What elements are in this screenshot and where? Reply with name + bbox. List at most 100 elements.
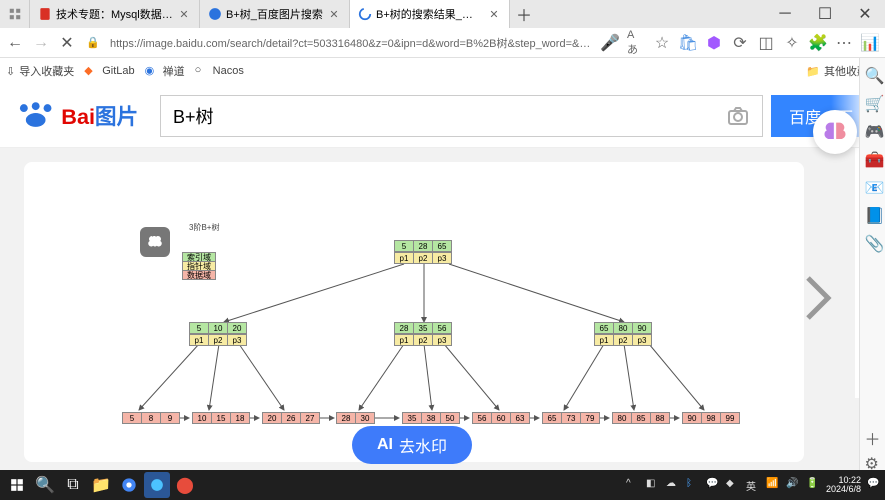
- maximize-button[interactable]: ☐: [805, 0, 845, 28]
- explorer-icon[interactable]: 📁: [88, 472, 114, 498]
- minimize-button[interactable]: ─: [765, 0, 805, 28]
- close-window-button[interactable]: ✕: [845, 0, 885, 28]
- browser-tab-0[interactable]: [0, 0, 30, 28]
- image-card: 3阶B+树 索引域 指针域 数据域: [24, 162, 804, 462]
- tray-chevron-icon[interactable]: ^: [626, 478, 640, 492]
- baidu-icon: [208, 7, 222, 21]
- sidebar-item[interactable]: 🎮: [865, 122, 881, 138]
- root-node: 52865 p1p2p3: [394, 240, 452, 264]
- ai-assistant-float[interactable]: [813, 110, 857, 154]
- tray-wechat-icon[interactable]: 💬: [706, 478, 720, 492]
- new-tab-button[interactable]: ＋: [510, 2, 538, 26]
- favorite-icon[interactable]: ☆: [653, 34, 671, 52]
- baidu-image-logo[interactable]: Bai 图片: [14, 96, 152, 136]
- leaf-6: 566063: [472, 412, 530, 424]
- folder-icon: 📁: [806, 65, 820, 78]
- voice-icon[interactable]: 🎤: [601, 34, 619, 52]
- svg-text:图片: 图片: [95, 103, 138, 128]
- nacos-icon: ○: [195, 64, 209, 78]
- leaf-5: 353850: [402, 412, 460, 424]
- legend: 索引域 指针域 数据域: [182, 252, 216, 279]
- tray-onedrive-icon[interactable]: ☁: [666, 478, 680, 492]
- tray-battery-icon[interactable]: 🔋: [806, 478, 820, 492]
- notifications-icon[interactable]: 💬: [867, 478, 881, 492]
- bookmarks-bar: ⇩ 导入收藏夹 ◆ GitLab ◉ 禅道 ○ Nacos 📁 其他收藏夹: [0, 58, 885, 84]
- bookmark-zentao[interactable]: ◉ 禅道: [145, 63, 185, 79]
- loading-icon: [358, 7, 372, 21]
- edge-icon[interactable]: [144, 472, 170, 498]
- forward-button[interactable]: →: [32, 34, 50, 52]
- bookmark-label: Nacos: [213, 65, 244, 77]
- import-icon: ⇩: [6, 65, 15, 78]
- tray-wifi-icon[interactable]: 📶: [766, 478, 780, 492]
- extension-icon[interactable]: ⬢: [705, 34, 723, 52]
- mid-node-2: 283556 p1p2p3: [394, 322, 452, 346]
- stop-button[interactable]: ✕: [58, 34, 76, 52]
- svg-text:Bai: Bai: [61, 103, 95, 128]
- menu-icon[interactable]: ⋯: [835, 34, 853, 52]
- address-bar-row: ← → ✕ 🔒 https://image.baidu.com/search/d…: [0, 28, 885, 58]
- close-icon[interactable]: ✕: [327, 7, 341, 21]
- sidebar-settings-icon[interactable]: ⚙: [865, 454, 881, 470]
- leaf-1: 589: [122, 412, 180, 424]
- sidebar-item[interactable]: 🔍: [865, 66, 881, 82]
- remove-watermark-button[interactable]: AI 去水印: [352, 426, 472, 464]
- tray-network-icon[interactable]: ◧: [646, 478, 660, 492]
- import-bookmarks[interactable]: ⇩ 导入收藏夹: [6, 63, 74, 79]
- close-icon[interactable]: ✕: [487, 7, 501, 21]
- bookmark-nacos[interactable]: ○ Nacos: [195, 64, 244, 78]
- sidebar-item[interactable]: 📘: [865, 206, 881, 222]
- tray-volume-icon[interactable]: 🔊: [786, 478, 800, 492]
- leaf-2: 101518: [192, 412, 250, 424]
- camera-icon[interactable]: [726, 104, 750, 128]
- browser-tab-1[interactable]: 技术专题：Mysql数据库（视图... ✕: [30, 0, 200, 28]
- url-field[interactable]: https://image.baidu.com/search/detail?ct…: [110, 35, 593, 51]
- split-screen-icon[interactable]: ◫: [757, 34, 775, 52]
- search-box[interactable]: [160, 95, 763, 137]
- record-icon[interactable]: ⬤: [172, 472, 198, 498]
- import-label: 导入收藏夹: [19, 63, 74, 79]
- tab-label: B+树_百度图片搜索: [226, 6, 323, 22]
- search-header: Bai 图片 百度一下: [0, 84, 885, 148]
- window-controls: ─ ☐ ✕: [765, 0, 885, 28]
- zentao-icon: ◉: [145, 64, 159, 78]
- sidebar-item[interactable]: 📧: [865, 178, 881, 194]
- task-view-icon[interactable]: ⧉: [60, 472, 86, 498]
- leaf-7: 657379: [542, 412, 600, 424]
- back-button[interactable]: ←: [6, 34, 24, 52]
- legend-data: 数据域: [182, 270, 216, 280]
- gitlab-icon: ◆: [84, 64, 98, 78]
- bplus-tree-diagram: 3阶B+树 索引域 指针域 数据域: [24, 162, 804, 462]
- bookmark-gitlab[interactable]: ◆ GitLab: [84, 64, 134, 78]
- sidebar-item[interactable]: 🛒: [865, 94, 881, 110]
- ai-prefix: AI: [377, 436, 393, 454]
- text-size-icon[interactable]: Aあ: [627, 34, 645, 52]
- clock[interactable]: 10:22 2024/6/8: [826, 476, 861, 494]
- refresh-icon[interactable]: ⟳: [731, 34, 749, 52]
- tray-app-icon[interactable]: ◆: [726, 478, 740, 492]
- extensions-icon[interactable]: 🧩: [809, 34, 827, 52]
- browser-tab-3[interactable]: B+树的搜索结果_百度图片搜索 ✕: [350, 0, 510, 28]
- sidebar-item[interactable]: 🧰: [865, 150, 881, 166]
- leaf-9: 909899: [682, 412, 740, 424]
- sidebar-add[interactable]: ＋: [865, 426, 881, 442]
- copilot-icon[interactable]: 📊: [861, 34, 879, 52]
- collections-icon[interactable]: ✧: [783, 34, 801, 52]
- mid-node-1: 51020 p1p2p3: [189, 322, 247, 346]
- tray-bluetooth-icon[interactable]: ᛒ: [686, 478, 700, 492]
- search-taskbar-icon[interactable]: 🔍: [32, 472, 58, 498]
- tab-label: B+树的搜索结果_百度图片搜索: [376, 6, 483, 22]
- browser-tab-2[interactable]: B+树_百度图片搜索 ✕: [200, 0, 350, 28]
- taskbar: 🔍 ⧉ 📁 ⬤ ^ ◧ ☁ ᛒ 💬 ◆ 英 📶 🔊 🔋 10:22 2024/6…: [0, 470, 885, 500]
- next-image-button[interactable]: [799, 268, 837, 328]
- mid-node-3: 658090 p1p2p3: [594, 322, 652, 346]
- search-input[interactable]: [173, 105, 726, 126]
- tray-ime-icon[interactable]: 英: [746, 478, 760, 492]
- tab-label: 技术专题：Mysql数据库（视图...: [56, 6, 173, 22]
- sidebar-item[interactable]: 📎: [865, 234, 881, 250]
- shopping-icon[interactable]: 🛍: [679, 34, 697, 52]
- main-content: 3阶B+树 索引域 指针域 数据域: [0, 148, 885, 470]
- chrome-icon[interactable]: [116, 472, 142, 498]
- close-icon[interactable]: ✕: [177, 7, 191, 21]
- start-button[interactable]: [4, 472, 30, 498]
